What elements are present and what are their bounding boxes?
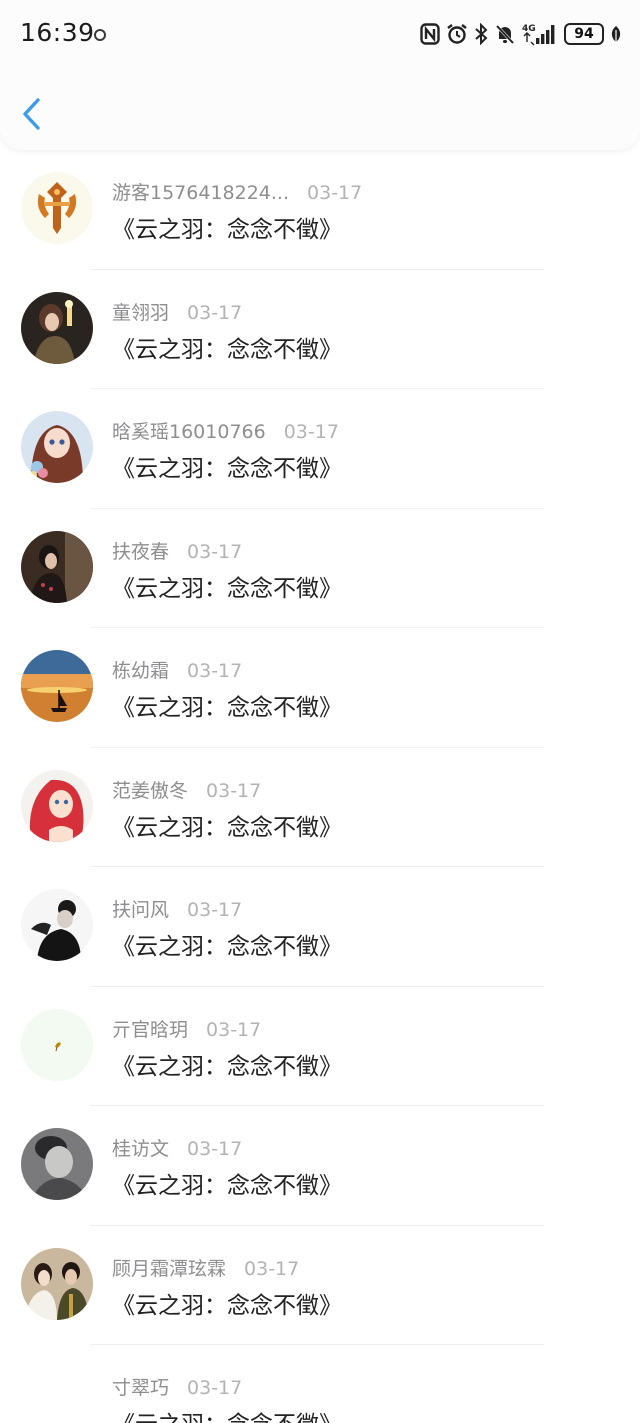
comment-date: 03-17: [244, 1257, 300, 1280]
comment-date: 03-17: [187, 660, 243, 682]
list-item[interactable]: 栋幼霜 03-17 《云之羽：念念不徵》: [0, 628, 640, 748]
comment-date: 03-17: [307, 182, 363, 204]
comment-title[interactable]: 《云之羽：念念不徵》: [112, 210, 342, 244]
battery-indicator: 94: [564, 23, 604, 45]
comment-date: 03-17: [187, 1377, 243, 1399]
avatar[interactable]: [21, 172, 93, 244]
bluetooth-icon: [474, 23, 488, 45]
avatar[interactable]: [21, 650, 93, 722]
commenter-name[interactable]: 扶夜春: [112, 537, 169, 564]
commenter-name[interactable]: 范姜傲冬: [112, 776, 188, 803]
comment-date: 03-17: [206, 1018, 262, 1041]
comment-title[interactable]: 《云之羽：念念不徵》: [112, 1286, 342, 1320]
comment-title[interactable]: 《云之羽：念念不徵》: [112, 808, 342, 842]
commenter-name[interactable]: 栋幼霜: [112, 656, 169, 683]
avatar[interactable]: [21, 1367, 93, 1423]
comment-title[interactable]: 《云之羽：念念不徵》: [112, 449, 342, 483]
comment-title[interactable]: 《云之羽：念念不徵》: [112, 1405, 342, 1423]
network-type: 4G: [522, 24, 536, 34]
comment-date: 03-17: [187, 301, 243, 324]
screen: 16:39 4G 94 游客1576418224... 03-17 《云之羽：念…: [0, 0, 640, 1423]
comment-date: 03-17: [283, 421, 339, 443]
list-item[interactable]: 桂访文 03-17 《云之羽：念念不徵》: [0, 1106, 640, 1226]
comment-title[interactable]: 《云之羽：念念不徵》: [112, 927, 342, 961]
status-bar: 16:39 4G 94: [0, 0, 640, 70]
comment-date: 03-17: [206, 779, 262, 802]
comment-title[interactable]: 《云之羽：念念不徵》: [112, 330, 342, 364]
status-time: 16:39: [20, 18, 95, 47]
list-item[interactable]: 寸翠巧 03-17 《云之羽：念念不徵》: [0, 1345, 640, 1423]
comment-title[interactable]: 《云之羽：念念不徵》: [112, 569, 342, 603]
location-indicator-icon: [94, 29, 106, 41]
avatar[interactable]: [21, 1128, 93, 1200]
list-item[interactable]: 顾月霜潭玹霖 03-17 《云之羽：念念不徵》: [0, 1226, 640, 1345]
back-button[interactable]: [20, 94, 50, 134]
commenter-name[interactable]: 游客1576418224...: [112, 178, 289, 205]
mute-icon: [494, 23, 516, 45]
status-icons: 4G 94: [420, 20, 622, 48]
alarm-icon: [446, 23, 468, 45]
avatar[interactable]: [21, 411, 93, 483]
comment-title[interactable]: 《云之羽：念念不徵》: [112, 1047, 342, 1081]
list-item[interactable]: 游客1576418224... 03-17 《云之羽：念念不徵》: [0, 150, 640, 270]
comment-title[interactable]: 《云之羽：念念不徵》: [112, 1166, 342, 1200]
comment-date: 03-17: [187, 899, 243, 921]
comment-title[interactable]: 《云之羽：念念不徵》: [112, 688, 342, 722]
commenter-name[interactable]: 顾月霜潭玹霖: [112, 1254, 226, 1281]
avatar[interactable]: [21, 291, 93, 364]
list-item[interactable]: 亓官晗玥 03-17 《云之羽：念念不徵》: [0, 987, 640, 1106]
commenter-name[interactable]: 桂访文: [112, 1134, 169, 1161]
comment-list: 游客1576418224... 03-17 《云之羽：念念不徵》 童翎羽 03-: [0, 150, 640, 1423]
avatar[interactable]: [21, 889, 93, 961]
header-card: 16:39 4G 94: [0, 0, 640, 150]
avatar[interactable]: [21, 1247, 93, 1320]
nfc-icon: [420, 23, 440, 45]
commenter-name[interactable]: 亓官晗玥: [112, 1015, 188, 1042]
commenter-name[interactable]: 寸翠巧: [112, 1373, 169, 1400]
chevron-left-icon: [23, 98, 40, 130]
list-item[interactable]: 范姜傲冬 03-17 《云之羽：念念不徵》: [0, 748, 640, 867]
commenter-name[interactable]: 扶问风: [112, 895, 169, 922]
list-item[interactable]: 晗奚瑶16010766 03-17 《云之羽：念念不徵》: [0, 389, 640, 509]
leaf-icon: [610, 24, 622, 44]
signal-icon: 4G: [522, 22, 558, 46]
avatar[interactable]: [21, 1008, 93, 1081]
commenter-name[interactable]: 晗奚瑶16010766: [112, 417, 266, 444]
list-item[interactable]: 扶夜春 03-17 《云之羽：念念不徵》: [0, 509, 640, 628]
avatar[interactable]: [21, 769, 93, 842]
commenter-name[interactable]: 童翎羽: [112, 298, 169, 325]
list-item[interactable]: 扶问风 03-17 《云之羽：念念不徵》: [0, 867, 640, 987]
comment-date: 03-17: [187, 1138, 243, 1160]
list-item[interactable]: 童翎羽 03-17 《云之羽：念念不徵》: [0, 270, 640, 389]
comment-date: 03-17: [187, 540, 243, 563]
avatar[interactable]: [21, 530, 93, 603]
